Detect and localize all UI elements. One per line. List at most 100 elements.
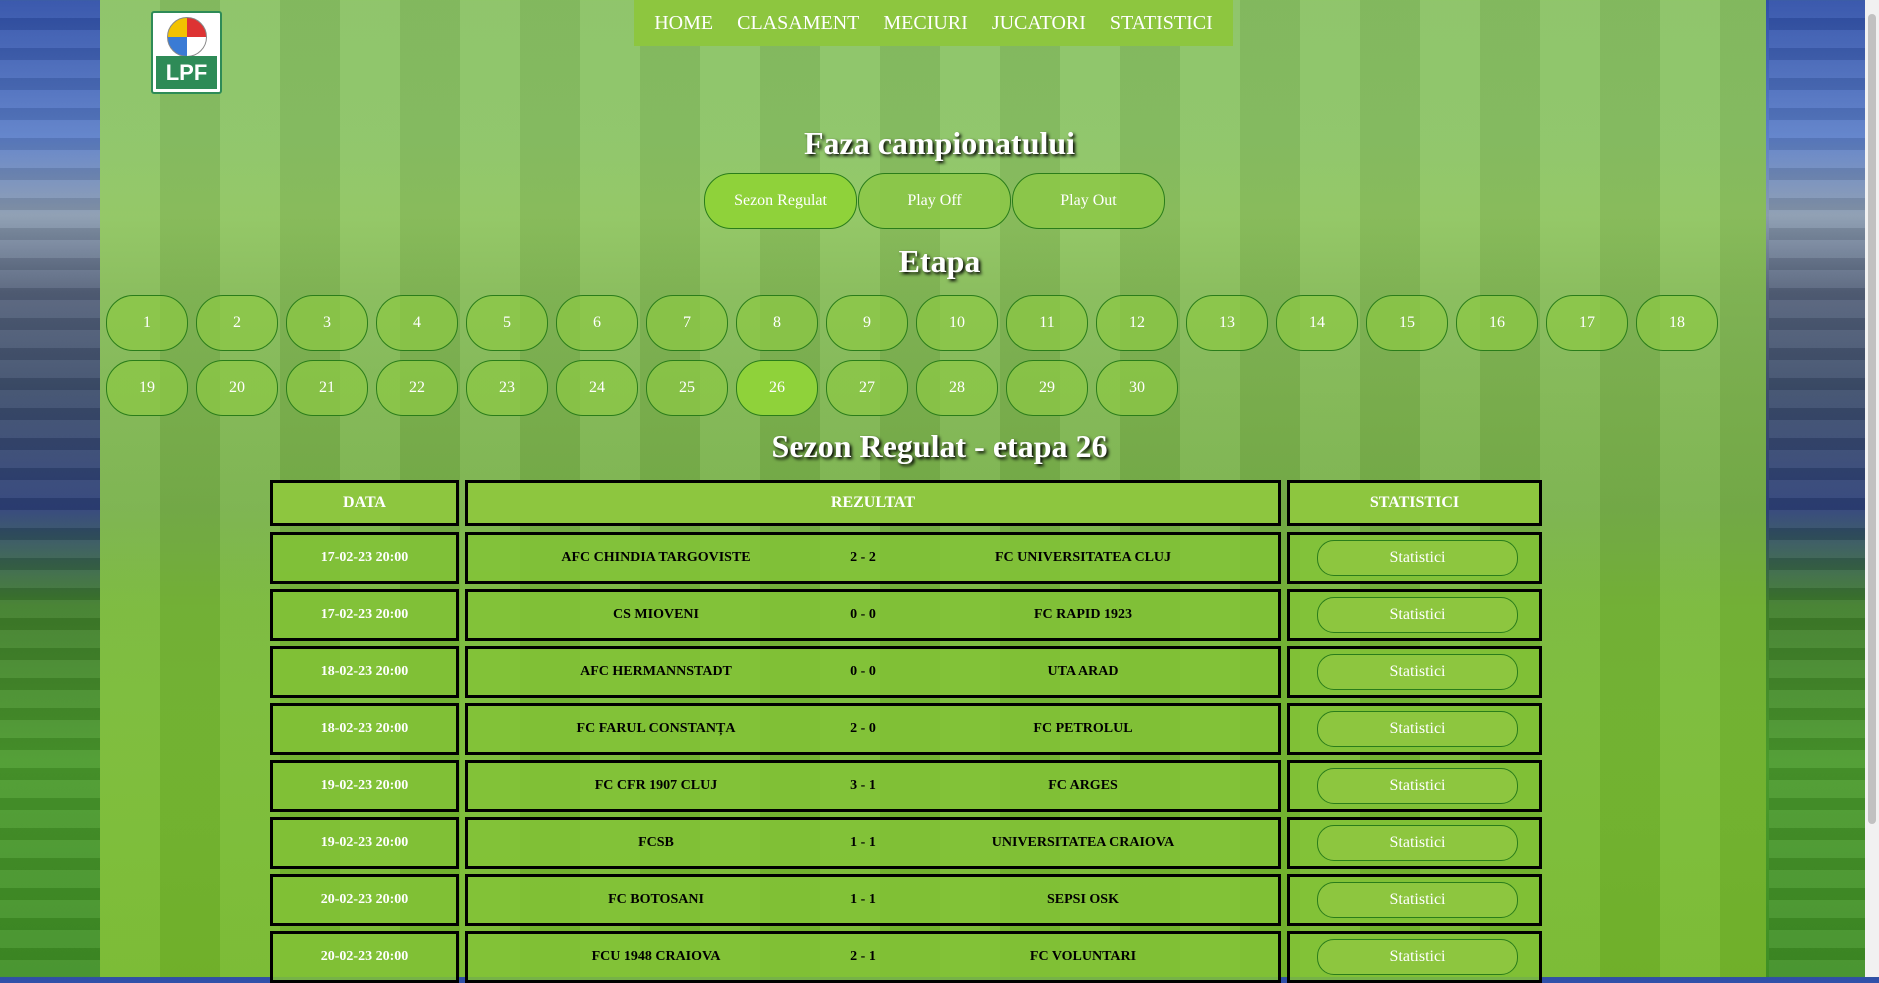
- match-home-team: CS MIOVENI: [613, 607, 699, 622]
- round-button-13[interactable]: 13: [1186, 295, 1268, 351]
- round-button-22[interactable]: 22: [376, 360, 458, 416]
- round-title: Etapa: [898, 243, 981, 279]
- lpf-logo[interactable]: LPF: [151, 11, 222, 94]
- round-button-21[interactable]: 21: [286, 360, 368, 416]
- match-stats-cell: Statistici: [1287, 646, 1542, 698]
- match-date: 18-02-23 20:00: [270, 646, 459, 698]
- statistici-button[interactable]: Statistici: [1317, 597, 1518, 633]
- match-home-team: FC BOTOSANI: [608, 892, 704, 907]
- match-result: AFC HERMANNSTADT 0 - 0 UTA ARAD: [465, 646, 1281, 698]
- nav-statistici[interactable]: STATISTICI: [1110, 12, 1213, 35]
- match-score: 2 - 1: [850, 949, 876, 964]
- match-stats-cell: Statistici: [1287, 532, 1542, 584]
- match-stats-cell: Statistici: [1287, 817, 1542, 869]
- match-home-team: AFC HERMANNSTADT: [580, 664, 732, 679]
- statistici-button[interactable]: Statistici: [1317, 939, 1518, 975]
- round-button-8[interactable]: 8: [736, 295, 818, 351]
- match-away-team: UTA ARAD: [1047, 664, 1119, 679]
- round-button-23[interactable]: 23: [466, 360, 548, 416]
- match-score: 0 - 0: [850, 664, 876, 679]
- round-button-4[interactable]: 4: [376, 295, 458, 351]
- match-date: 20-02-23 20:00: [270, 931, 459, 983]
- match-date: 19-02-23 20:00: [270, 817, 459, 869]
- round-button-15[interactable]: 15: [1366, 295, 1448, 351]
- match-home-team: FC FARUL CONSTANȚA: [576, 721, 736, 736]
- phase-button-play-out[interactable]: Play Out: [1012, 173, 1165, 229]
- match-score: 1 - 1: [850, 835, 876, 850]
- match-home-team: AFC CHINDIA TARGOVISTE: [561, 550, 751, 565]
- round-button-6[interactable]: 6: [556, 295, 638, 351]
- match-home-team: FCU 1948 CRAIOVA: [591, 949, 721, 964]
- logo-text: LPF: [156, 56, 217, 89]
- match-result: AFC CHINDIA TARGOVISTE 2 - 2 FC UNIVERSITA…: [465, 532, 1281, 584]
- round-button-12[interactable]: 12: [1096, 295, 1178, 351]
- match-date: 18-02-23 20:00: [270, 703, 459, 755]
- match-away-team: SEPSI OSK: [1047, 892, 1119, 907]
- round-button-29[interactable]: 29: [1006, 360, 1088, 416]
- nav-home[interactable]: HOME: [654, 12, 713, 35]
- round-button-27[interactable]: 27: [826, 360, 908, 416]
- match-stats-cell: Statistici: [1287, 931, 1542, 983]
- football-icon: [167, 17, 207, 57]
- phase-button-sezon-regulat[interactable]: Sezon Regulat: [704, 173, 857, 229]
- match-score: 1 - 1: [850, 892, 876, 907]
- match-away-team: FC ARGES: [1048, 778, 1118, 793]
- round-button-20[interactable]: 20: [196, 360, 278, 416]
- round-button-14[interactable]: 14: [1276, 295, 1358, 351]
- round-button-18[interactable]: 18: [1636, 295, 1718, 351]
- round-button-19[interactable]: 19: [106, 360, 188, 416]
- match-score: 0 - 0: [850, 607, 876, 622]
- match-away-team: FC VOLUNTARI: [1029, 949, 1137, 964]
- round-heading: Sezon Regulat - etapa 26: [771, 428, 1108, 464]
- nav-jucatori[interactable]: JUCATORI: [992, 12, 1086, 35]
- statistici-button[interactable]: Statistici: [1317, 654, 1518, 690]
- match-date: 17-02-23 20:00: [270, 532, 459, 584]
- match-away-team: FC UNIVERSITATEA CLUJ: [994, 550, 1172, 565]
- round-button-9[interactable]: 9: [826, 295, 908, 351]
- round-button-5[interactable]: 5: [466, 295, 548, 351]
- match-score: 2 - 0: [850, 721, 876, 736]
- statistici-button[interactable]: Statistici: [1317, 825, 1518, 861]
- round-button-17[interactable]: 17: [1546, 295, 1628, 351]
- statistici-button[interactable]: Statistici: [1317, 711, 1518, 747]
- phase-title: Faza campionatului: [803, 125, 1076, 161]
- header-rezultat: REZULTAT: [465, 480, 1281, 526]
- match-stats-cell: Statistici: [1287, 589, 1542, 641]
- match-home-team: FC CFR 1907 CLUJ: [594, 778, 718, 793]
- statistici-button[interactable]: Statistici: [1317, 882, 1518, 918]
- round-button-26[interactable]: 26: [736, 360, 818, 416]
- match-result: FCSB 1 - 1 UNIVERSITATEA CRAIOVA: [465, 817, 1281, 869]
- top-nav: HOME CLASAMENT MECIURI JUCATORI STATISTI…: [634, 0, 1233, 46]
- round-button-16[interactable]: 16: [1456, 295, 1538, 351]
- match-result: FCU 1948 CRAIOVA 2 - 1 FC VOLUNTARI: [465, 931, 1281, 983]
- round-button-2[interactable]: 2: [196, 295, 278, 351]
- match-away-team: FC PETROLUL: [1033, 721, 1133, 736]
- round-button-11[interactable]: 11: [1006, 295, 1088, 351]
- match-result: FC CFR 1907 CLUJ 3 - 1 FC ARGES: [465, 760, 1281, 812]
- match-away-team: FC RAPID 1923: [1034, 607, 1132, 622]
- match-date: 17-02-23 20:00: [270, 589, 459, 641]
- round-button-24[interactable]: 24: [556, 360, 638, 416]
- match-stats-cell: Statistici: [1287, 760, 1542, 812]
- match-stats-cell: Statistici: [1287, 703, 1542, 755]
- round-button-25[interactable]: 25: [646, 360, 728, 416]
- round-button-30[interactable]: 30: [1096, 360, 1178, 416]
- phase-button-play-off[interactable]: Play Off: [858, 173, 1011, 229]
- statistici-button[interactable]: Statistici: [1317, 540, 1518, 576]
- nav-meciuri[interactable]: MECIURI: [883, 12, 967, 35]
- match-result: FC BOTOSANI 1 - 1 SEPSI OSK: [465, 874, 1281, 926]
- match-home-team: FCSB: [638, 835, 674, 850]
- nav-clasament[interactable]: CLASAMENT: [737, 12, 859, 35]
- round-button-3[interactable]: 3: [286, 295, 368, 351]
- header-data: DATA: [270, 480, 459, 526]
- match-result: FC FARUL CONSTANȚA 2 - 0 FC PETROLUL: [465, 703, 1281, 755]
- match-result: CS MIOVENI 0 - 0 FC RAPID 1923: [465, 589, 1281, 641]
- round-button-28[interactable]: 28: [916, 360, 998, 416]
- statistici-button[interactable]: Statistici: [1317, 768, 1518, 804]
- match-date: 19-02-23 20:00: [270, 760, 459, 812]
- round-button-7[interactable]: 7: [646, 295, 728, 351]
- round-button-1[interactable]: 1: [106, 295, 188, 351]
- header-statistici: STATISTICI: [1287, 480, 1542, 526]
- round-button-10[interactable]: 10: [916, 295, 998, 351]
- match-stats-cell: Statistici: [1287, 874, 1542, 926]
